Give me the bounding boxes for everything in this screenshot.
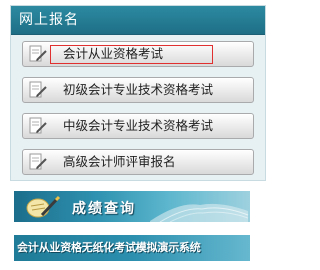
document-pencil-icon	[29, 81, 47, 98]
document-pencil-icon	[29, 117, 47, 134]
score-query-label: 成绩查询	[72, 201, 136, 217]
pen-paper-icon	[26, 195, 61, 218]
document-pencil-icon	[29, 45, 47, 62]
intermediate-accounting-exam-button[interactable]: 中级会计专业技术资格考试	[22, 113, 254, 139]
menu-item-label: 初级会计专业技术资格考试	[63, 82, 214, 97]
open-book-illustration	[150, 203, 249, 222]
simulation-label: 会计从业资格无纸化考试模拟演示系统	[17, 241, 201, 254]
score-query-banner[interactable]: 成绩查询	[14, 191, 250, 222]
panel-header: 网上报名	[11, 6, 265, 35]
panel-title: 网上报名	[19, 12, 79, 28]
document-pencil-icon	[29, 153, 47, 170]
junior-accounting-exam-button[interactable]: 初级会计专业技术资格考试	[22, 77, 254, 103]
online-registration-panel: 网上报名 会计从业资格考试 初级会计专业技术资格考试 中级会计专业技术资格考试 …	[10, 5, 266, 181]
menu-item-label: 中级会计专业技术资格考试	[63, 118, 214, 133]
menu-item-label: 高级会计师评审报名	[63, 154, 176, 169]
paperless-exam-simulation-banner[interactable]: 会计从业资格无纸化考试模拟演示系统	[14, 235, 250, 261]
accounting-qualification-exam-button[interactable]: 会计从业资格考试	[22, 41, 254, 67]
senior-accountant-review-button[interactable]: 高级会计师评审报名	[22, 149, 254, 175]
selection-highlight	[50, 45, 213, 64]
